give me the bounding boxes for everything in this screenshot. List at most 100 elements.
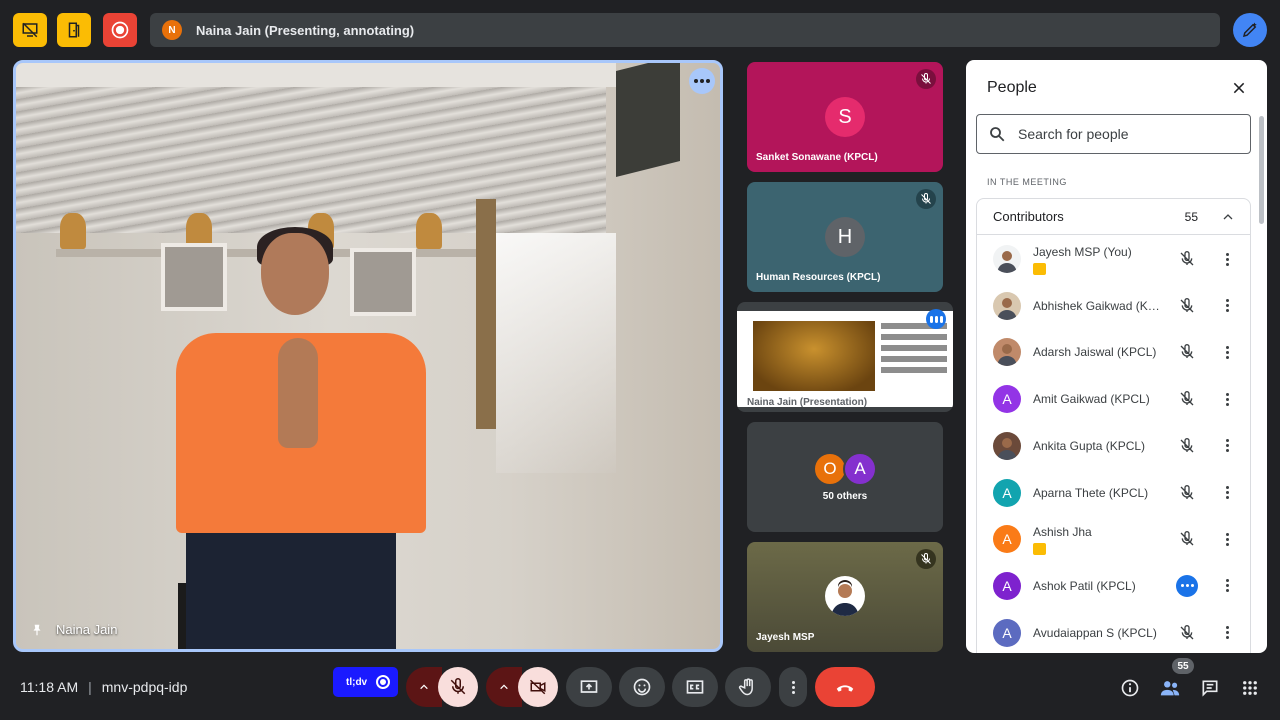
present-screen-button[interactable] (566, 667, 612, 707)
more-vert-icon (1225, 439, 1229, 453)
clock-time: 11:18 AM (20, 679, 79, 695)
reactions-button[interactable] (619, 667, 665, 707)
tldv-recorder-button[interactable]: tl;dv (333, 667, 398, 697)
search-icon (990, 127, 1005, 142)
mic-off-icon (1177, 342, 1197, 362)
camera-off-icon (529, 679, 546, 695)
record-icon (376, 675, 390, 689)
participant-more-button[interactable] (1221, 576, 1233, 596)
participant-tile-jayesh[interactable]: Jayesh MSP (747, 542, 943, 652)
more-options-button[interactable] (779, 667, 807, 707)
others-count: 50 others (822, 491, 868, 502)
presentation-tile[interactable]: Naina Jain (Presentation) (737, 302, 953, 412)
list-item[interactable]: Abhishek Gaikwad (KPCL) (977, 283, 1250, 329)
mic-toggle-button[interactable] (438, 667, 478, 707)
main-tile-label: Naina Jain (30, 622, 117, 637)
mic-off-icon (1177, 529, 1197, 549)
apps-grid-icon (1243, 681, 1257, 695)
participant-more-button[interactable] (1221, 389, 1233, 409)
wall-painting (616, 63, 680, 177)
presentation-text-lines (881, 323, 947, 378)
jayesh-avatar (825, 576, 865, 616)
people-panel: People IN THE MEETING Contributors 55 Ja… (966, 60, 1267, 653)
meeting-details-button[interactable] (1118, 676, 1142, 700)
close-icon (1233, 82, 1245, 94)
list-item[interactable]: Ankita Gupta (KPCL) (977, 423, 1250, 469)
participant-name: Avudaiappan S (KPCL) (1033, 625, 1157, 640)
list-item[interactable]: Adarsh Jaiswal (KPCL) (977, 329, 1250, 375)
participant-more-button[interactable] (1221, 623, 1233, 643)
participant-more-button[interactable] (1221, 249, 1233, 269)
search-people-field[interactable] (976, 114, 1251, 154)
leave-call-button[interactable] (815, 667, 875, 707)
participant-avatar: S (825, 97, 865, 137)
list-item[interactable]: Jayesh MSP (You) (977, 236, 1250, 282)
participant-more-button[interactable] (1221, 342, 1233, 362)
captions-button[interactable] (672, 667, 718, 707)
contributors-header[interactable]: Contributors 55 (977, 199, 1250, 235)
participant-more-button[interactable] (1221, 436, 1233, 456)
presentation-off-icon[interactable] (13, 13, 47, 47)
top-bar: N Naina Jain (Presenting, annotating) (13, 13, 1267, 47)
contributors-group: Contributors 55 Jayesh MSP (You) Abhishek… (976, 198, 1251, 653)
participant-options-button[interactable] (1176, 574, 1198, 597)
avatar: A (993, 618, 1021, 647)
ceiling-beam (16, 63, 616, 87)
more-vert-icon (1225, 345, 1229, 359)
list-item[interactable]: A Amit Gaikwad (KPCL) (977, 376, 1250, 422)
mic-off-icon (916, 549, 936, 569)
mic-off-icon (916, 69, 936, 89)
mic-off-icon (1177, 296, 1197, 316)
raise-hand-button[interactable] (725, 667, 771, 707)
wall-texture (16, 63, 606, 233)
section-label: IN THE MEETING (987, 177, 1067, 187)
more-vert-icon (1225, 486, 1229, 499)
main-video-tile[interactable]: Naina Jain (13, 60, 723, 652)
camera-toggle-button[interactable] (518, 667, 558, 707)
participant-more-button[interactable] (1221, 483, 1233, 503)
participant-name: Ashish Jha (1033, 525, 1092, 540)
presenter-avatar: N (162, 20, 182, 40)
wall-niche (161, 243, 227, 311)
group-label: Contributors (993, 209, 1064, 224)
close-panel-button[interactable] (1229, 78, 1249, 98)
avatar: A (993, 478, 1021, 507)
panel-scrollbar[interactable] (1259, 116, 1264, 224)
mic-off-icon (1177, 249, 1197, 269)
person-head (261, 233, 329, 315)
participant-tile-hr[interactable]: H Human Resources (KPCL) (747, 182, 943, 292)
participant-tile-sanket[interactable]: S Sanket Sonawane (KPCL) (747, 62, 943, 172)
participant-more-button[interactable] (1221, 296, 1233, 316)
chat-button[interactable] (1198, 676, 1222, 700)
call-end-icon (836, 685, 854, 692)
search-input[interactable] (1018, 126, 1238, 142)
host-badge-icon (1033, 543, 1046, 556)
chevron-up-icon (420, 684, 428, 690)
host-controls-icon[interactable] (57, 13, 91, 47)
list-item[interactable]: A Ashok Patil (KPCL) (977, 563, 1250, 609)
recording-icon[interactable] (103, 13, 137, 47)
list-item[interactable]: A Aparna Thete (KPCL) (977, 470, 1250, 516)
host-badge-icon (1033, 263, 1046, 275)
meeting-code: mnv-pdpq-idp (101, 679, 188, 695)
annotate-pen-button[interactable] (1233, 13, 1267, 47)
camera-options-button[interactable] (486, 667, 522, 707)
people-icon (1160, 681, 1180, 696)
more-vert-icon (791, 680, 795, 694)
hand-icon (738, 678, 753, 696)
emoji-icon (633, 678, 651, 696)
mic-off-icon (1177, 623, 1197, 643)
tile-more-options-button[interactable] (689, 68, 715, 94)
others-tile[interactable]: O A 50 others (747, 422, 943, 532)
separator: | (88, 679, 92, 695)
mic-options-button[interactable] (406, 667, 442, 707)
participant-more-button[interactable] (1221, 529, 1233, 549)
list-item[interactable]: A Avudaiappan S (KPCL) (977, 610, 1250, 653)
people-button[interactable] (1158, 676, 1182, 700)
list-item[interactable]: A Ashish Jha (977, 516, 1250, 562)
participant-name: Abhishek Gaikwad (KPCL) (1033, 298, 1163, 313)
main-tile-name: Naina Jain (56, 622, 118, 637)
activities-button[interactable] (1238, 676, 1262, 700)
mic-off-icon (1177, 483, 1197, 503)
chevron-up-icon[interactable] (1222, 211, 1234, 223)
